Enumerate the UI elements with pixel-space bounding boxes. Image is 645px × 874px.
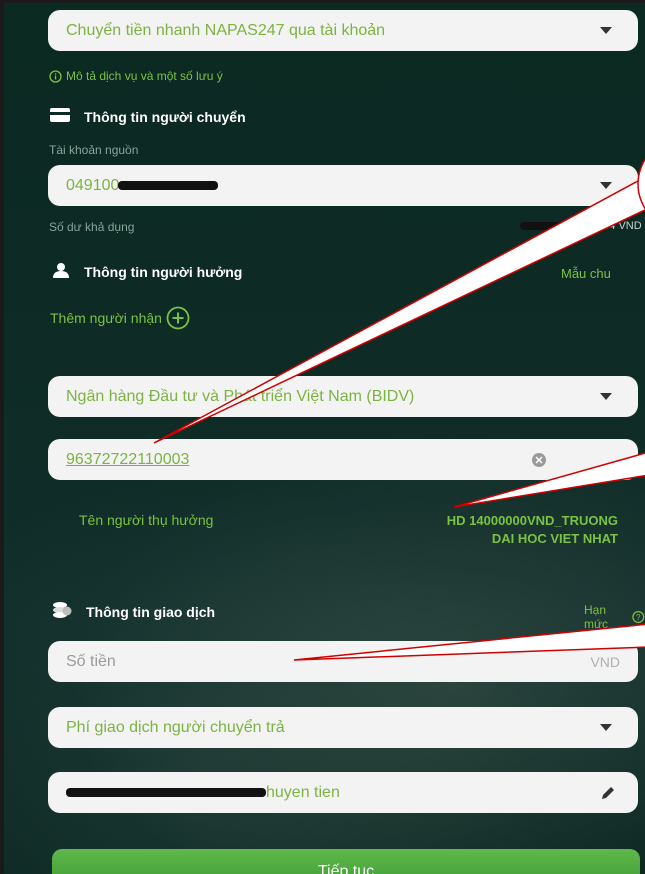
beneficiary-name-label: Tên người thụ hưởng <box>79 512 214 528</box>
add-recipient-label: Thêm người nhận <box>50 310 162 326</box>
chevron-down-icon <box>600 27 612 34</box>
redaction-mark <box>118 181 218 190</box>
plus-circle-icon <box>166 306 190 330</box>
limit-link[interactable]: Hạn mức ? <box>584 603 645 631</box>
balance-label: Số dư khả dụng <box>49 220 135 234</box>
app-screen: Chuyển tiền nhanh NAPAS247 qua tài khoản… <box>0 0 645 874</box>
fee-select-value: Phí giao dịch người chuyển trả <box>66 718 285 736</box>
annotation-bubble <box>637 158 645 210</box>
description-value: chuyen tien <box>258 783 340 801</box>
help-icon: ? <box>632 610 645 624</box>
amount-input[interactable]: Số tiền VND <box>48 641 638 682</box>
chevron-down-icon <box>600 182 612 189</box>
sender-section-title: Thông tin người chuyển <box>50 108 246 125</box>
bank-select-value: Ngân hàng Đầu tư và Phát triển Việt Nam … <box>66 387 415 405</box>
service-select[interactable]: Chuyển tiền nhanh NAPAS247 qua tài khoản <box>48 10 638 51</box>
continue-button[interactable]: Tiếp tục <box>52 849 640 874</box>
chevron-down-icon <box>600 724 612 731</box>
template-link[interactable]: Mẫu chu <box>561 266 611 281</box>
clear-icon[interactable] <box>532 453 546 467</box>
service-note[interactable]: Mô tả dịch vụ và một số lưu ý <box>49 69 223 83</box>
redaction-mark <box>66 788 266 797</box>
add-recipient-button[interactable]: Thêm người nhận <box>50 306 190 330</box>
amount-unit: VND <box>590 653 620 670</box>
account-number-value: 96372722110003 <box>66 450 190 468</box>
service-note-label: Mô tả dịch vụ và một số lưu ý <box>66 69 223 83</box>
source-account-value: 049100 <box>66 176 120 194</box>
bank-select[interactable]: Ngân hàng Đầu tư và Phát triển Việt Nam … <box>48 376 638 417</box>
person-icon <box>52 262 70 281</box>
continue-button-label: Tiếp tục <box>317 863 375 874</box>
card-icon <box>50 108 70 125</box>
account-number-input[interactable]: 96372722110003 <box>48 439 638 480</box>
info-icon <box>49 69 62 83</box>
pencil-icon[interactable] <box>600 785 616 801</box>
chevron-down-icon <box>600 393 612 400</box>
beneficiary-section-title: Thông tin người hưởng <box>52 262 242 281</box>
service-select-value: Chuyển tiền nhanh NAPAS247 qua tài khoản <box>66 21 386 39</box>
coins-icon <box>52 601 72 622</box>
balance-value: ,404 VND <box>594 220 642 232</box>
redaction-mark <box>520 222 596 230</box>
fee-select[interactable]: Phí giao dịch người chuyển trả <box>48 707 638 748</box>
transaction-section-title: Thông tin giao dịch <box>52 601 215 622</box>
svg-text:?: ? <box>636 613 641 622</box>
source-account-label: Tài khoản nguồn <box>49 143 139 157</box>
amount-placeholder: Số tiền <box>66 652 116 670</box>
beneficiary-name-value: HD 14000000VND_TRUONG DAI HOC VIET NHAT <box>446 513 618 546</box>
